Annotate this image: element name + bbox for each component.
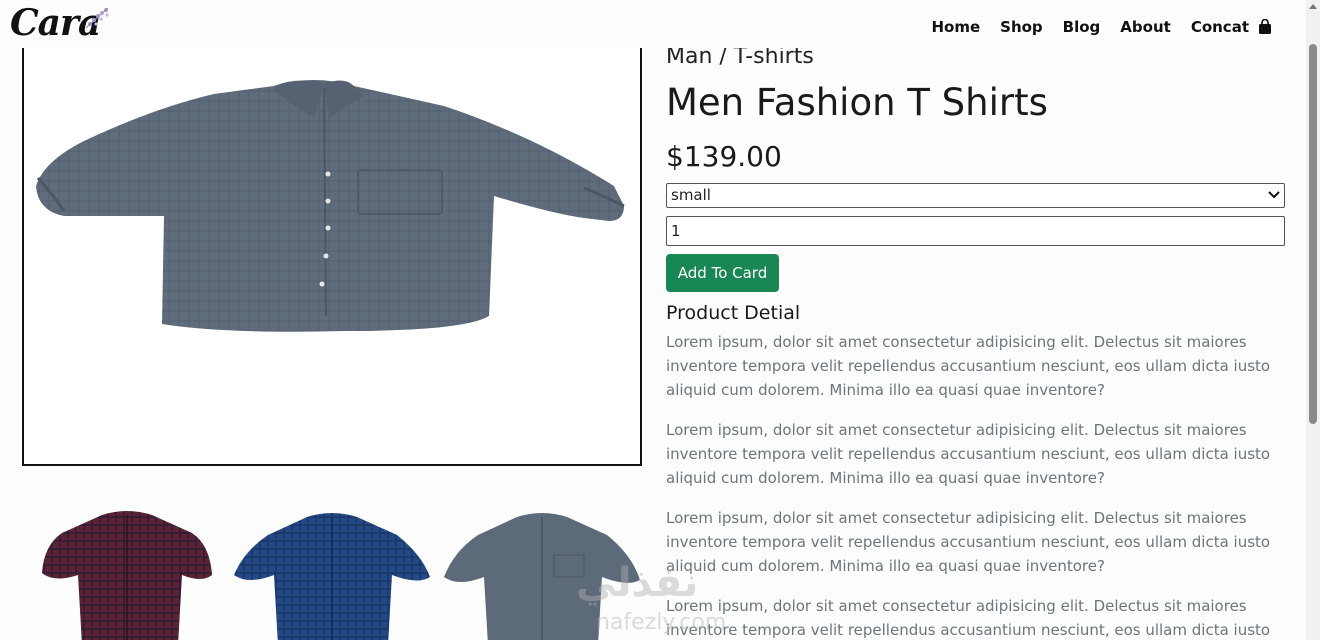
scroll-up-arrow-icon[interactable] <box>1309 4 1317 9</box>
watermark: نفذلي nafezly.com <box>576 560 776 640</box>
lavender-icon <box>85 7 109 29</box>
thumbnail-maroon-shirt[interactable] <box>32 505 232 640</box>
watermark-latin: nafezly.com <box>596 610 727 635</box>
nav-blog[interactable]: Blog <box>1063 18 1101 36</box>
product-description: Lorem ipsum, dolor sit amet consectetur … <box>666 332 1271 399</box>
quantity-value: 1 <box>671 221 681 240</box>
size-select-value: small <box>671 186 711 205</box>
shopping-bag-icon[interactable] <box>1258 19 1272 35</box>
shirt-image <box>36 80 625 332</box>
nav-contact[interactable]: Concat <box>1191 18 1249 36</box>
add-to-cart-button[interactable]: Add To Card <box>666 253 779 292</box>
vertical-scrollbar[interactable] <box>1306 0 1320 640</box>
size-select[interactable]: small <box>666 182 1285 208</box>
chevron-down-icon <box>1268 191 1280 199</box>
thumbnail-row <box>22 505 642 640</box>
scrollbar-thumb[interactable] <box>1309 44 1317 424</box>
product-page: Cara Home Shop Blog About Concat Man / T… <box>0 0 1306 640</box>
product-description: Lorem ipsum, dolor sit amet consectetur … <box>666 420 1271 487</box>
logo[interactable]: Cara <box>10 2 110 44</box>
watermark-arabic: نفذلي <box>576 560 699 606</box>
site-header: Cara Home Shop Blog About Concat <box>0 0 1306 48</box>
nav-about[interactable]: About <box>1120 18 1171 36</box>
main-product-image <box>22 46 642 466</box>
product-price: $139.00 <box>666 139 782 173</box>
nav-home[interactable]: Home <box>931 18 980 36</box>
product-detail-heading: Product Detial <box>666 301 801 324</box>
nav-shop[interactable]: Shop <box>1000 18 1043 36</box>
product-title: Men Fashion T Shirts <box>666 81 1048 124</box>
quantity-input[interactable]: 1 <box>666 215 1285 246</box>
thumbnail-blue-shirt[interactable] <box>232 505 432 640</box>
product-details: Man / T-shirts Men Fashion T Shirts $139… <box>666 44 1286 640</box>
main-nav: Home Shop Blog About Concat <box>911 18 1272 36</box>
